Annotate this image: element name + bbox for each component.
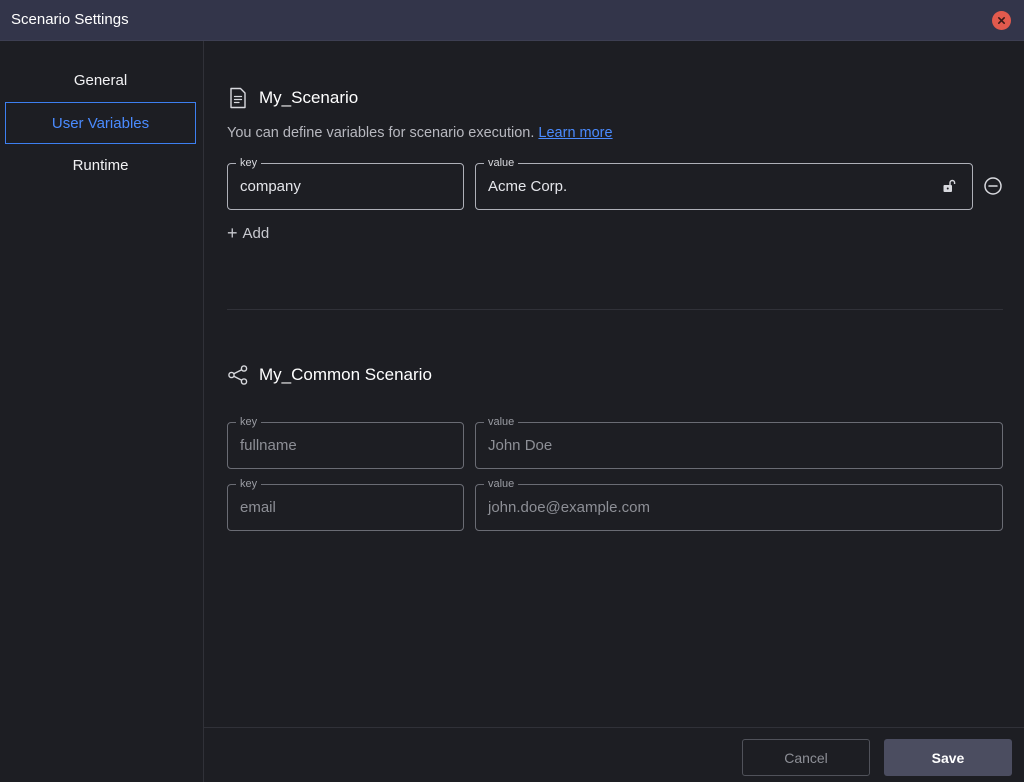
- title-bar: Scenario Settings: [0, 0, 1024, 41]
- field-value: John Doe: [488, 437, 553, 454]
- main-panel: My_Scenario You can define variables for…: [204, 41, 1024, 727]
- description-text: You can define variables for scenario ex…: [227, 125, 535, 141]
- field-value: company: [240, 178, 301, 195]
- add-variable-button[interactable]: + Add: [227, 223, 269, 244]
- minus-circle-icon: [984, 177, 1002, 195]
- remove-variable-button[interactable]: [983, 176, 1003, 196]
- settings-sidebar: General User Variables Runtime: [0, 41, 204, 782]
- field-label: value: [484, 415, 519, 429]
- field-value: john.doe@example.com: [488, 499, 650, 516]
- sidebar-item-general[interactable]: General: [5, 59, 196, 101]
- unlock-icon[interactable]: [942, 179, 956, 193]
- learn-more-link[interactable]: Learn more: [538, 125, 612, 141]
- sidebar-item-label: User Variables: [51, 114, 150, 132]
- document-icon: [227, 87, 249, 109]
- add-label: Add: [242, 225, 270, 242]
- sidebar-item-user-variables[interactable]: User Variables: [5, 102, 196, 144]
- sidebar-item-label: General: [73, 71, 128, 89]
- close-button[interactable]: [992, 11, 1011, 30]
- section-header-my-scenario: My_Scenario: [227, 87, 358, 109]
- sidebar-item-runtime[interactable]: Runtime: [5, 144, 196, 186]
- section-description: You can define variables for scenario ex…: [227, 125, 613, 141]
- save-button[interactable]: Save: [884, 739, 1012, 776]
- section-divider: [227, 309, 1003, 310]
- variable-value-field: value john.doe@example.com: [475, 477, 1003, 531]
- variable-key-field: key fullname: [227, 415, 464, 469]
- share-icon: [227, 364, 249, 386]
- variable-value-field: value John Doe: [475, 415, 1003, 469]
- field-label: key: [236, 156, 262, 170]
- window-title: Scenario Settings: [11, 11, 129, 28]
- scenario-settings-window: Scenario Settings General User Variables…: [0, 0, 1024, 782]
- field-label: key: [236, 477, 262, 491]
- variable-value-field[interactable]: value Acme Corp.: [475, 156, 973, 210]
- field-value: fullname: [240, 437, 297, 454]
- dialog-footer: Cancel Save: [204, 727, 1024, 782]
- section-title: My_Common Scenario: [259, 365, 432, 384]
- field-label: key: [236, 415, 262, 429]
- cancel-button[interactable]: Cancel: [742, 739, 870, 776]
- plus-icon: +: [227, 223, 238, 243]
- field-value: Acme Corp.: [488, 178, 568, 195]
- field-label: value: [484, 477, 519, 491]
- field-value: email: [240, 499, 276, 516]
- section-title: My_Scenario: [259, 88, 359, 107]
- variable-key-field: key email: [227, 477, 464, 531]
- sidebar-item-label: Runtime: [72, 156, 129, 174]
- variable-key-field[interactable]: key company: [227, 156, 464, 210]
- close-icon: [997, 16, 1006, 25]
- section-header-common-scenario: My_Common Scenario: [227, 364, 432, 386]
- field-label: value: [484, 156, 519, 170]
